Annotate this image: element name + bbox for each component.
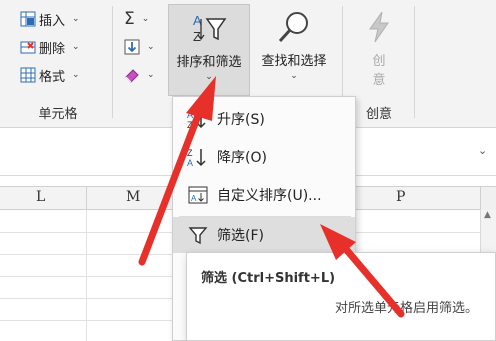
group-divider <box>112 6 113 118</box>
menu-item-label: 降序(O) <box>217 150 267 166</box>
tooltip-description: 对所选单元格启用筛选。 <box>335 301 479 316</box>
chevron-down-icon: ⌄ <box>72 70 80 80</box>
svg-text:Z: Z <box>187 120 193 129</box>
clear-button[interactable]: ⌄ <box>122 64 157 86</box>
group-divider <box>414 6 415 118</box>
find-select-label: 查找和选择 <box>261 54 327 69</box>
chevron-down-icon: ⌄ <box>290 71 298 81</box>
sort-filter-label: 排序和筛选 <box>176 55 242 70</box>
menu-item-filter[interactable]: 筛选(F) <box>173 217 355 253</box>
filter-tooltip: 筛选 (Ctrl+Shift+L) 对所选单元格启用筛选。 <box>186 252 496 341</box>
svg-text:A: A <box>187 110 193 120</box>
column-header-l[interactable]: L <box>36 189 45 205</box>
menu-item-custom-sort[interactable]: A 自定义排序(U)... <box>173 177 355 213</box>
magnifier-icon <box>278 12 308 43</box>
menu-item-sort-ascending[interactable]: A Z 升序(S) <box>173 101 355 137</box>
column-header-m[interactable]: M <box>126 189 140 205</box>
sort-filter-icon: A Z <box>193 13 227 44</box>
chevron-down-icon: ⌄ <box>205 72 213 82</box>
chevron-down-icon[interactable]: ⌄ <box>478 144 487 157</box>
fill-button[interactable]: ⌄ <box>122 36 157 58</box>
chevron-down-icon: ⌄ <box>141 14 150 24</box>
find-and-select-button[interactable]: 查找和选择 ⌄ <box>254 4 334 96</box>
menu-item-label: 升序(S) <box>217 112 265 128</box>
svg-text:Z: Z <box>187 148 193 158</box>
menu-item-sort-descending[interactable]: Z A 降序(O) <box>173 139 355 175</box>
sort-and-filter-button[interactable]: A Z 排序和筛选 ⌄ <box>168 4 250 96</box>
custom-sort-icon: A <box>188 186 208 204</box>
chevron-down-icon: ⌄ <box>147 42 155 52</box>
create-button[interactable]: 创 意 <box>356 4 402 96</box>
insert-cells-icon <box>20 11 36 27</box>
insert-label: 插入 <box>39 13 66 29</box>
sort-descending-icon: Z A <box>187 148 206 167</box>
create-label-2: 意 <box>372 73 386 88</box>
sigma-icon: Σ <box>124 9 135 29</box>
fill-down-icon <box>124 39 140 55</box>
create-label-1: 创 <box>372 54 386 69</box>
chevron-down-icon: ⌄ <box>72 42 80 52</box>
column-header-p[interactable]: P <box>396 189 405 205</box>
chevron-down-icon: ⌄ <box>147 70 155 80</box>
filter-funnel-icon <box>188 227 208 245</box>
sort-ascending-icon: A Z <box>187 110 206 129</box>
delete-label: 删除 <box>39 41 66 57</box>
insert-button[interactable]: 插入 ⌄ <box>18 8 82 30</box>
scrollbar-corner <box>480 187 496 211</box>
grid-col-line <box>86 210 87 341</box>
column-divider <box>86 187 87 211</box>
format-button[interactable]: 格式 ⌄ <box>18 64 82 86</box>
format-cells-icon <box>20 67 36 83</box>
eraser-icon <box>125 69 139 83</box>
autosum-button[interactable]: Σ ⌄ <box>122 8 157 30</box>
format-label: 格式 <box>39 69 66 85</box>
menu-item-label: 筛选(F) <box>217 228 264 244</box>
menu-item-label: 自定义排序(U)... <box>217 188 322 204</box>
delete-button[interactable]: 删除 ⌄ <box>18 36 82 58</box>
svg-text:A: A <box>187 158 193 167</box>
tooltip-title: 筛选 (Ctrl+Shift+L) <box>201 271 336 286</box>
creative-group-label: 创意 <box>365 107 392 122</box>
chevron-down-icon: ⌄ <box>72 14 80 24</box>
scroll-up-icon[interactable]: ▲ <box>484 210 491 220</box>
editing-small-buttons: Σ ⌄ ⌄ ⌄ <box>122 8 157 86</box>
svg-text:A: A <box>191 194 197 203</box>
cells-group: 插入 ⌄ 删除 ⌄ 格式 ⌄ <box>18 8 82 86</box>
cells-group-label: 单元格 <box>38 107 78 122</box>
delete-cells-icon <box>20 41 36 54</box>
lightning-icon <box>369 11 389 43</box>
